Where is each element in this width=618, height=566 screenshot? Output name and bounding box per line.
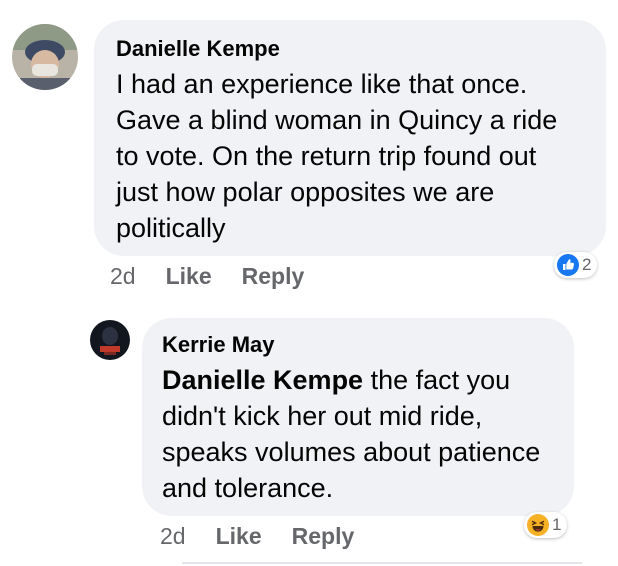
reply-author[interactable]: Kerrie May	[162, 332, 554, 358]
reply-button[interactable]: Reply	[292, 522, 355, 550]
reaction-summary[interactable]: 1	[524, 512, 568, 538]
like-button[interactable]: Like	[216, 522, 262, 550]
comment-author[interactable]: Danielle Kempe	[116, 36, 584, 62]
avatar[interactable]	[90, 320, 130, 360]
avatar[interactable]	[12, 24, 78, 90]
comment-actions: 2d Like Reply	[110, 262, 304, 290]
comment-text: I had an experience like that once. Gave…	[116, 69, 558, 243]
haha-reaction-icon	[527, 514, 549, 536]
user-photo-icon	[12, 24, 78, 90]
reply-actions: 2d Like Reply	[160, 522, 354, 550]
reply-text: Danielle Kempe the fact you didn't kick …	[162, 362, 554, 506]
reaction-count: 2	[582, 255, 592, 274]
reply-button[interactable]: Reply	[242, 262, 305, 290]
comment-thread: Danielle Kempe I had an experience like …	[0, 0, 618, 566]
mention-link[interactable]: Danielle Kempe	[162, 365, 363, 395]
comment-timestamp[interactable]: 2d	[110, 262, 136, 290]
comment-bubble: Danielle Kempe I had an experience like …	[94, 20, 606, 256]
divider	[182, 562, 582, 564]
reaction-summary[interactable]: 2	[554, 252, 598, 278]
user-photo-icon	[90, 320, 130, 360]
like-reaction-icon	[557, 254, 579, 276]
reaction-count: 1	[552, 515, 562, 534]
reply-bubble: Kerrie May Danielle Kempe the fact you d…	[142, 318, 574, 516]
reply-timestamp[interactable]: 2d	[160, 522, 186, 550]
like-button[interactable]: Like	[166, 262, 212, 290]
